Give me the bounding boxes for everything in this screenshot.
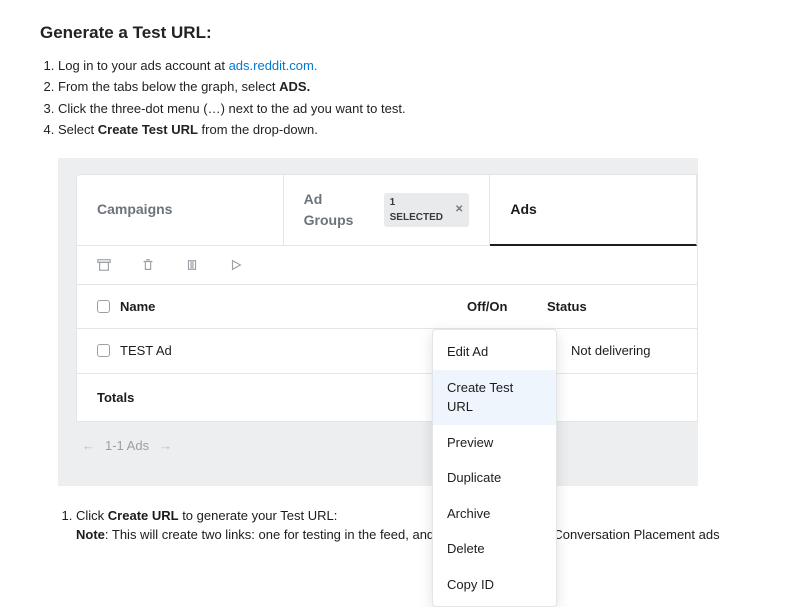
prev-page-icon[interactable]: ← xyxy=(82,436,95,456)
foot-text: to generate your Test URL: xyxy=(179,508,338,523)
adgroups-badge: 1 SELECTED ✕ xyxy=(384,193,470,227)
foot-text: Click xyxy=(76,508,108,523)
menu-archive[interactable]: Archive xyxy=(433,496,556,532)
step-text: Click the three-dot menu (…) next to the… xyxy=(58,101,406,116)
tab-label: Ad Groups xyxy=(304,189,376,231)
menu-delete[interactable]: Delete xyxy=(433,531,556,567)
play-icon[interactable] xyxy=(229,258,243,272)
row-name-cell: TEST Ad xyxy=(97,341,470,361)
table-row: TEST Ad ••• Not delivering xyxy=(77,329,697,374)
ads-link[interactable]: ads.reddit.com. xyxy=(229,58,318,73)
column-name: Name xyxy=(97,297,467,317)
note-text: : This will create two links: one for te… xyxy=(105,527,720,542)
archive-icon[interactable] xyxy=(97,258,111,272)
tab-campaigns[interactable]: Campaigns xyxy=(77,175,284,245)
step-text: from the drop-down. xyxy=(198,122,318,137)
instruction-step: Click the three-dot menu (…) next to the… xyxy=(58,99,760,119)
column-status: Status xyxy=(547,297,677,317)
menu-duplicate[interactable]: Duplicate xyxy=(433,460,556,496)
step-bold: ADS. xyxy=(279,79,310,94)
step-bold: Create Test URL xyxy=(98,122,198,137)
tab-ads[interactable]: Ads xyxy=(490,175,697,246)
step-text: Log in to your ads account at xyxy=(58,58,229,73)
toolbar xyxy=(77,246,697,285)
select-all-checkbox[interactable] xyxy=(97,300,110,313)
table-header: Name Off/On Status xyxy=(77,285,697,330)
close-icon[interactable]: ✕ xyxy=(455,202,463,217)
pagination: ← 1-1 Ads → xyxy=(76,422,698,470)
badge-text: 1 SELECTED xyxy=(390,195,451,225)
step-text: Select xyxy=(58,122,98,137)
column-offon: Off/On xyxy=(467,297,547,317)
row-status-cell: Not delivering xyxy=(547,341,677,361)
instruction-step: Log in to your ads account at ads.reddit… xyxy=(58,56,760,76)
page-title: Generate a Test URL: xyxy=(40,20,760,46)
step-text: From the tabs below the graph, select xyxy=(58,79,279,94)
menu-copy-id[interactable]: Copy ID xyxy=(433,567,556,603)
context-menu: Edit Ad Create Test URL Preview Duplicat… xyxy=(432,329,557,607)
instruction-step: From the tabs below the graph, select AD… xyxy=(58,77,760,97)
instruction-step: Select Create Test URL from the drop-dow… xyxy=(58,120,760,140)
tab-adgroups[interactable]: Ad Groups 1 SELECTED ✕ xyxy=(284,175,491,245)
ad-name: TEST Ad xyxy=(120,341,172,361)
menu-edit-ad[interactable]: Edit Ad xyxy=(433,334,556,370)
app-screenshot: Campaigns Ad Groups 1 SELECTED ✕ Ads Nam… xyxy=(58,158,698,486)
pager-text: 1-1 Ads xyxy=(105,436,149,456)
menu-preview[interactable]: Preview xyxy=(433,425,556,461)
foot-bold: Create URL xyxy=(108,508,179,523)
app-panel: Campaigns Ad Groups 1 SELECTED ✕ Ads Nam… xyxy=(76,174,698,423)
instructions-list: Log in to your ads account at ads.reddit… xyxy=(58,56,760,140)
menu-create-test-url[interactable]: Create Test URL xyxy=(433,370,556,425)
trash-icon[interactable] xyxy=(141,258,155,272)
column-label: Name xyxy=(120,297,155,317)
footnote-block: Click Create URL to generate your Test U… xyxy=(58,506,760,545)
totals-row: Totals xyxy=(77,374,697,422)
pause-icon[interactable] xyxy=(185,258,199,272)
next-page-icon[interactable]: → xyxy=(159,436,172,456)
table-body: TEST Ad ••• Not delivering Totals Edit A… xyxy=(77,329,697,421)
row-checkbox[interactable] xyxy=(97,344,110,357)
note-label: Note xyxy=(76,527,105,542)
footnote-step: Click Create URL to generate your Test U… xyxy=(76,506,760,545)
tabs-bar: Campaigns Ad Groups 1 SELECTED ✕ Ads xyxy=(77,175,697,246)
